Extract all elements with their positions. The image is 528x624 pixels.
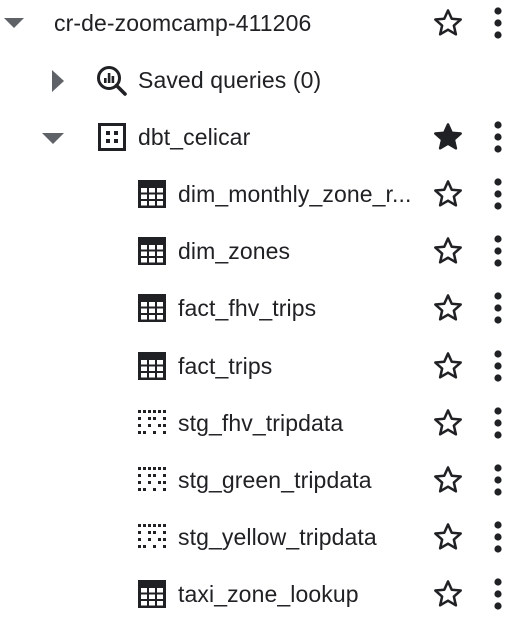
more-vertical-icon[interactable] (486, 234, 510, 268)
table-name: fact_fhv_trips (178, 295, 317, 322)
caret-down-icon[interactable] (2, 15, 26, 31)
more-vertical-icon[interactable] (486, 349, 510, 383)
tree-row-project[interactable]: cr-de-zoomcamp-411206 (0, 0, 528, 52)
view-dotted-icon (138, 409, 166, 434)
tree-row-table[interactable]: dim_zones (0, 223, 528, 280)
explorer-tree: cr-de-zoomcamp-411206 Saved queries (0) (0, 0, 528, 624)
tree-row-table[interactable]: fact_trips (0, 338, 528, 395)
star-outline-icon[interactable] (432, 578, 464, 610)
tree-row-table[interactable]: fact_fhv_trips (0, 280, 528, 337)
more-vertical-icon[interactable] (486, 177, 510, 211)
table-icon (138, 294, 166, 323)
star-outline-icon[interactable] (432, 464, 464, 496)
more-vertical-icon[interactable] (486, 406, 510, 440)
table-name: taxi_zone_lookup (178, 581, 359, 608)
dataset-grid-icon (98, 123, 126, 151)
view-dotted-icon (138, 467, 166, 491)
more-vertical-icon[interactable] (486, 520, 510, 554)
star-outline-icon[interactable] (432, 178, 464, 210)
table-name: dim_zones (178, 238, 291, 265)
project-name: cr-de-zoomcamp-411206 (54, 10, 312, 36)
table-icon (138, 351, 166, 380)
star-outline-icon[interactable] (432, 407, 464, 439)
more-vertical-icon[interactable] (486, 291, 510, 325)
table-icon (138, 580, 166, 609)
table-name: stg_yellow_tripdata (178, 524, 377, 551)
star-outline-icon[interactable] (432, 350, 464, 382)
tree-row-table[interactable]: stg_yellow_tripdata (0, 509, 528, 566)
star-outline-icon[interactable] (432, 7, 464, 39)
tree-row-table[interactable]: stg_green_tripdata (0, 452, 528, 509)
star-filled-icon[interactable] (432, 121, 464, 153)
saved-queries-label: Saved queries (0) (138, 67, 322, 93)
table-name: dim_monthly_zone_r... (178, 181, 412, 207)
tree-row-table[interactable]: stg_fhv_tripdata (0, 395, 528, 452)
more-vertical-icon[interactable] (486, 463, 510, 497)
star-outline-icon[interactable] (432, 521, 464, 553)
tree-row-table[interactable]: taxi_zone_lookup (0, 566, 528, 623)
table-name: fact_trips (178, 352, 273, 379)
caret-right-icon[interactable] (50, 68, 66, 94)
tree-row-table[interactable]: dim_monthly_zone_r... (0, 166, 528, 223)
query-search-icon (97, 66, 127, 96)
more-vertical-icon[interactable] (486, 120, 510, 154)
view-dotted-icon (138, 524, 166, 549)
tree-row-saved-queries[interactable]: Saved queries (0) (0, 52, 528, 109)
star-outline-icon[interactable] (432, 235, 464, 267)
table-icon (138, 180, 166, 208)
more-vertical-icon[interactable] (486, 577, 510, 611)
table-icon (138, 237, 166, 266)
tree-row-dataset[interactable]: dbt_celicar (0, 109, 528, 166)
more-vertical-icon[interactable] (486, 6, 510, 40)
dataset-name: dbt_celicar (138, 124, 251, 150)
star-outline-icon[interactable] (432, 292, 464, 324)
caret-down-icon[interactable] (40, 130, 66, 146)
table-name: stg_green_tripdata (178, 467, 372, 493)
table-name: stg_fhv_tripdata (178, 409, 344, 436)
